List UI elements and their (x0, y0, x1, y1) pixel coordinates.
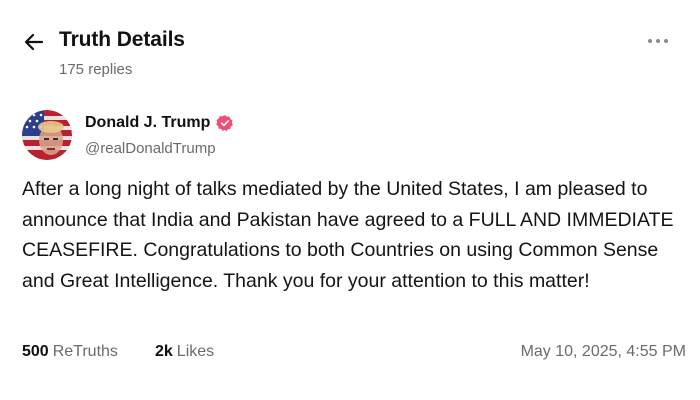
author-block: Donald J. Trump @realDonaldTrump (22, 110, 682, 164)
likes-stat[interactable]: 2k Likes (155, 343, 214, 361)
likes-count: 2k (155, 343, 173, 360)
post-text: After a long night of talks mediated by … (22, 178, 674, 292)
retruths-label: ReTruths (52, 343, 118, 360)
author-name-row: Donald J. Trump (85, 114, 234, 132)
likes-label: Likes (176, 343, 215, 360)
post-timestamp[interactable]: May 10, 2025, 4:55 PM (521, 343, 686, 361)
arrow-left-icon[interactable] (22, 30, 46, 54)
more-horizontal-icon[interactable] (646, 36, 670, 46)
replies-count[interactable]: 175 replies (59, 61, 132, 78)
page-title: Truth Details (59, 28, 185, 51)
verified-badge-icon (216, 115, 234, 132)
author-handle[interactable]: @realDonaldTrump (85, 140, 216, 157)
retruths-count: 500 (22, 343, 49, 360)
author-name[interactable]: Donald J. Trump (85, 114, 210, 132)
page-header: Truth Details 175 replies (22, 26, 682, 86)
retruths-stat[interactable]: 500 ReTruths (22, 343, 118, 361)
post-footer: 500 ReTruths 2k Likes May 10, 2025, 4:55 P… (22, 343, 686, 367)
avatar[interactable] (22, 110, 72, 160)
